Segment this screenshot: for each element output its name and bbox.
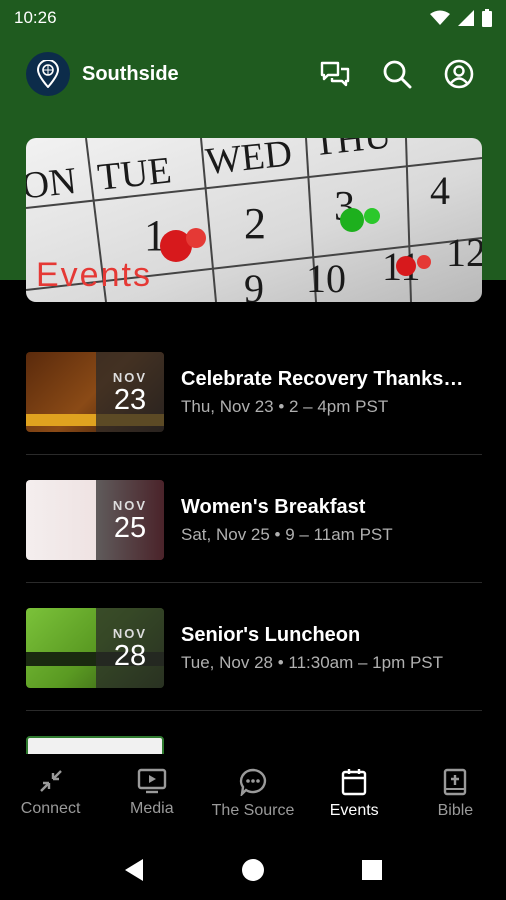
system-nav-bar [0,840,506,900]
event-thumbnail: NOV 25 [26,480,164,560]
header-row: Southside [0,52,506,96]
calendar-date-9: 9 [244,266,264,302]
status-time: 10:26 [14,8,57,27]
nav-label: Bible [437,802,474,819]
date-badge: NOV 23 [96,352,164,432]
chat-button[interactable] [314,53,356,95]
calendar-day-tue: TUE [96,149,174,198]
calendar-date-10: 10 [306,256,346,301]
collapse-arrows-icon [39,770,62,792]
event-item[interactable]: NOV 28 Senior's Luncheon Tue, Nov 28 • 1… [26,608,482,688]
cell-signal-icon [458,10,474,26]
nav-item-events[interactable]: Events [304,754,405,840]
search-icon [383,60,412,89]
status-bar: 10:26 [0,0,506,36]
divider [26,582,482,583]
date-month: NOV [112,369,148,385]
nav-label: The Source [211,802,295,819]
date-badge: NOV 25 [96,480,164,560]
red-pushpin-1 [160,228,206,262]
calendar-day-thu: THU [311,138,393,164]
back-icon[interactable] [123,858,145,882]
nav-item-the-source[interactable]: The Source [202,754,303,840]
status-icons [430,9,492,27]
church-name: Southside [82,62,179,85]
nav-item-media[interactable]: Media [101,754,202,840]
event-thumbnail [26,736,164,754]
event-text: Celebrate Recovery Thanks… Thu, Nov 23 •… [181,368,482,417]
event-item-partial[interactable] [26,736,482,754]
nav-item-bible[interactable]: Bible [405,754,506,840]
nav-item-connect[interactable]: Connect [0,754,101,840]
calendar-date-12: 12 [446,230,482,275]
date-month: NOV [112,497,148,513]
nav-label: Media [130,800,174,817]
account-icon [444,59,474,89]
play-screen-icon [137,768,166,794]
event-thumbnail: NOV 23 [26,352,164,432]
speech-bubble-icon [239,768,267,796]
church-logo[interactable] [26,52,70,96]
event-text: Women's Breakfast Sat, Nov 25 • 9 – 11am… [181,496,482,545]
calendar-day-mon: ON [26,160,78,208]
header-actions [314,53,480,95]
nav-label: Connect [20,800,81,817]
hero-title: Events [36,256,152,294]
map-pin-globe-icon [36,60,60,88]
events-hero-banner[interactable]: ON TUE WED THU 1 2 3 4 9 10 11 12 Events [26,138,482,302]
battery-icon [482,9,492,27]
bottom-nav: Connect Media The Source Events Bible [0,754,506,840]
event-title: Women's Breakfast [181,495,366,518]
calendar-icon [342,769,367,796]
event-thumbnail: NOV 28 [26,608,164,688]
event-list: NOV 23 Celebrate Recovery Thanks… Thu, N… [0,326,506,754]
green-pushpin [340,208,380,232]
bible-icon [444,768,467,796]
date-day: 23 [113,383,147,416]
event-title: Celebrate Recovery Thanks… [181,367,464,390]
chat-icon [320,61,350,87]
event-title: Senior's Luncheon [181,623,361,646]
account-button[interactable] [438,53,480,95]
date-month: NOV [112,625,148,641]
date-badge: NOV 28 [96,608,164,688]
nav-label: Events [329,802,379,819]
event-meta: Sat, Nov 25 • 9 – 11am PST [181,524,393,544]
calendar-date-4: 4 [430,168,450,213]
event-item[interactable]: NOV 25 Women's Breakfast Sat, Nov 25 • 9… [26,480,482,560]
home-icon[interactable] [241,858,265,882]
divider [26,710,482,711]
event-text: Senior's Luncheon Tue, Nov 28 • 11:30am … [181,624,482,673]
event-meta: Tue, Nov 28 • 11:30am – 1pm PST [181,652,444,672]
search-button[interactable] [376,53,418,95]
divider [26,454,482,455]
date-day: 25 [113,511,147,544]
event-item[interactable]: NOV 23 Celebrate Recovery Thanks… Thu, N… [26,352,482,432]
recents-icon[interactable] [361,859,383,881]
event-meta: Thu, Nov 23 • 2 – 4pm PST [181,396,389,416]
calendar-day-wed: WED [204,138,294,183]
date-day: 28 [113,639,147,672]
calendar-date-2: 2 [244,199,266,248]
wifi-icon [430,10,450,25]
